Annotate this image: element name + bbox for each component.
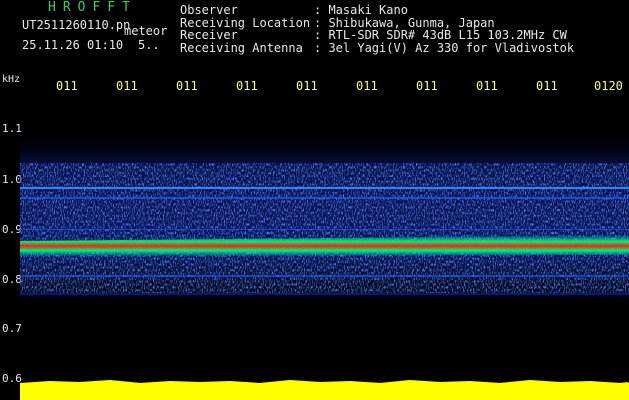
observer-key: Observer xyxy=(180,3,238,17)
time-tick-label: 011 xyxy=(56,79,78,93)
y-tick-label: 1.1 xyxy=(2,122,22,135)
unit-label: kHz xyxy=(2,74,21,85)
y-tick-label: 0.7 xyxy=(2,322,22,335)
time-tick-label: 011 xyxy=(296,79,318,93)
y-tick-label: 1.0 xyxy=(2,173,22,186)
observer-value: : Masaki Kano xyxy=(314,3,408,17)
antenna-key: Receiving Antenna xyxy=(180,40,303,55)
time-tick-label: 011 xyxy=(236,79,258,93)
station-info: Observer: Masaki Kano Receiving Location… xyxy=(180,4,574,54)
y-tick-label: 0.9 xyxy=(2,223,22,236)
time-tick-label: 011 xyxy=(116,79,138,93)
file-name: UT2511260110.pn xyxy=(22,18,131,32)
y-tick-label: 0.8 xyxy=(2,273,22,286)
time-tick-label: 011 xyxy=(476,79,498,93)
receiver-key: Receiver xyxy=(180,28,238,42)
time-tick-label: 011 xyxy=(536,79,558,93)
meteor-label: meteor xyxy=(124,24,168,38)
date-time: 25.11.26 01:10 xyxy=(22,38,124,52)
hrofft-title: HROFFT xyxy=(48,0,137,15)
antenna-value: : 3el Yagi(V) Az 330 for Vladivostok xyxy=(314,40,575,55)
detection-count: 5.. xyxy=(138,38,160,52)
y-tick-label: 0.6 xyxy=(2,372,22,385)
time-tick-label: 011 xyxy=(416,79,438,93)
spectrogram xyxy=(20,95,629,400)
receiver-value: : RTL-SDR SDR# 43dB L15 103.2MHz CW xyxy=(314,28,567,42)
time-tick-label: 0120 xyxy=(594,79,623,93)
time-tick-label: 011 xyxy=(176,79,198,93)
time-tick-label: 011 xyxy=(356,79,378,93)
